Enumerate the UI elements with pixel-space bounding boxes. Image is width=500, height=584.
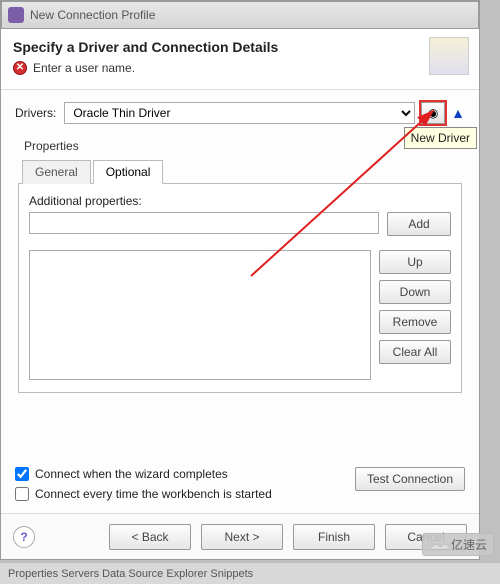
- drivers-row: Drivers: Oracle Thin Driver ◉ ▲: [15, 102, 465, 124]
- warning-icon: ▲: [451, 105, 465, 121]
- tab-optional[interactable]: Optional: [93, 160, 164, 184]
- drivers-label: Drivers:: [15, 106, 56, 120]
- new-driver-tooltip: New Driver: [404, 127, 477, 149]
- header-image: [429, 37, 469, 75]
- connect-complete-row: Connect when the wizard completes: [15, 467, 272, 481]
- test-connection-button[interactable]: Test Connection: [355, 467, 465, 491]
- error-icon: ✕: [13, 61, 27, 75]
- error-row: ✕ Enter a user name.: [13, 61, 467, 75]
- watermark: ☁☁ 亿速云: [422, 533, 494, 556]
- additional-properties-label: Additional properties:: [29, 194, 451, 208]
- connect-every-checkbox[interactable]: [15, 487, 29, 501]
- window-titlebar: New Connection Profile: [1, 1, 479, 29]
- properties-label: Properties: [24, 139, 462, 153]
- tab-row: General Optional: [18, 159, 462, 184]
- back-button[interactable]: < Back: [109, 524, 191, 550]
- properties-group: Properties General Optional Additional p…: [15, 134, 465, 394]
- down-button[interactable]: Down: [379, 280, 451, 304]
- connect-complete-label: Connect when the wizard completes: [35, 467, 228, 481]
- properties-listbox[interactable]: [29, 250, 371, 380]
- tab-body-optional: Additional properties: Add Up Down Remov…: [18, 184, 462, 393]
- tab-general[interactable]: General: [22, 160, 91, 184]
- additional-property-input[interactable]: [29, 212, 379, 234]
- watermark-text: 亿速云: [451, 536, 487, 553]
- next-button[interactable]: Next >: [201, 524, 283, 550]
- error-message: Enter a user name.: [33, 61, 135, 75]
- connection-profile-dialog: New Connection Profile Specify a Driver …: [0, 0, 480, 560]
- remove-button[interactable]: Remove: [379, 310, 451, 334]
- app-icon: [8, 7, 24, 23]
- help-button[interactable]: ?: [13, 526, 35, 548]
- lower-options: Connect when the wizard completes Connec…: [15, 467, 465, 507]
- page-title: Specify a Driver and Connection Details: [13, 39, 467, 55]
- wizard-footer: ? < Back Next > Finish Cancel: [1, 513, 479, 559]
- os-taskbar: Properties Servers Data Source Explorer …: [0, 562, 500, 584]
- new-driver-icon: ◉: [428, 106, 438, 120]
- new-driver-button[interactable]: ◉: [421, 102, 445, 124]
- connect-every-label: Connect every time the workbench is star…: [35, 487, 272, 501]
- finish-button[interactable]: Finish: [293, 524, 375, 550]
- clear-all-button[interactable]: Clear All: [379, 340, 451, 364]
- connect-every-row: Connect every time the workbench is star…: [15, 487, 272, 501]
- up-button[interactable]: Up: [379, 250, 451, 274]
- drivers-select[interactable]: Oracle Thin Driver: [64, 102, 415, 124]
- window-title: New Connection Profile: [30, 8, 155, 22]
- dialog-header: Specify a Driver and Connection Details …: [1, 29, 479, 90]
- connect-complete-checkbox[interactable]: [15, 467, 29, 481]
- add-button[interactable]: Add: [387, 212, 451, 236]
- taskbar-text: Properties Servers Data Source Explorer …: [8, 568, 253, 580]
- list-button-column: Up Down Remove Clear All: [379, 250, 451, 380]
